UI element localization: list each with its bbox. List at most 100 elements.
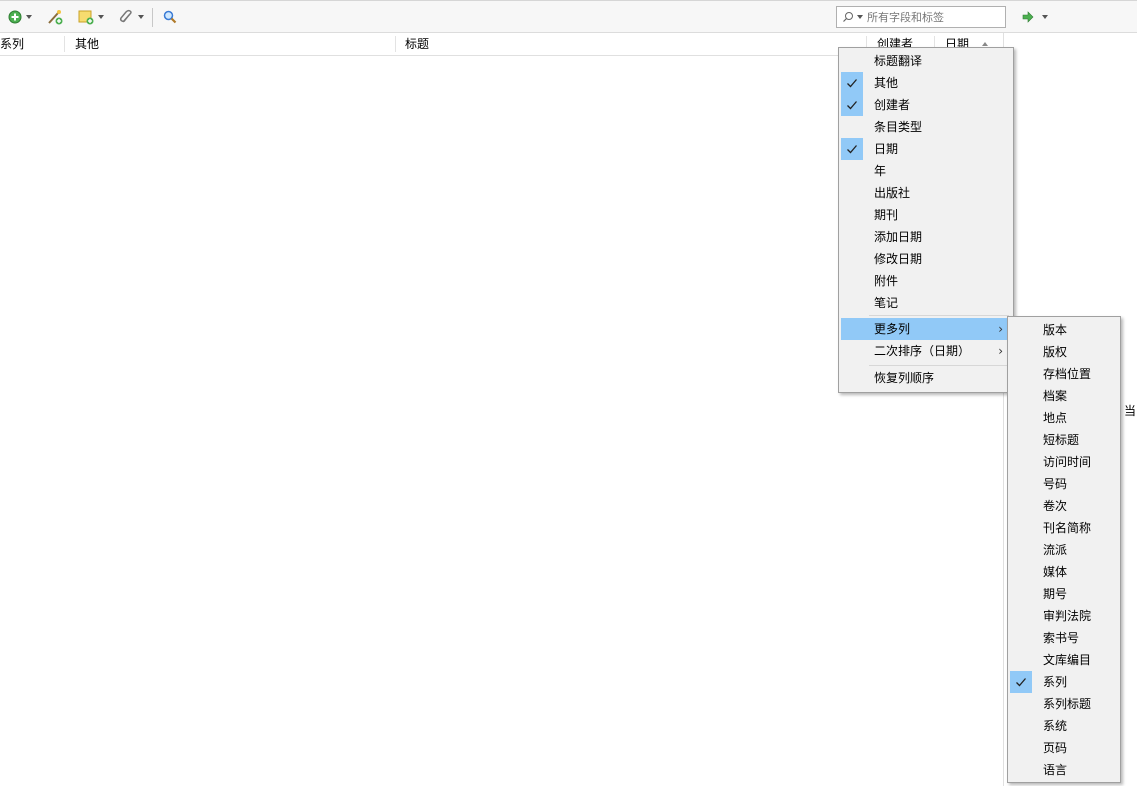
more-columns-submenu: 版本版权存档位置档案地点短标题访问时间号码卷次刊名简称流派媒体期号审判法院 索书号… (1007, 316, 1121, 783)
column-toggle-item[interactable]: 系列标题 (1010, 693, 1118, 715)
toolbar-divider (152, 8, 153, 27)
column-toggle-item[interactable]: 媒体 (1010, 561, 1118, 583)
menu-item-label: 版权 (1043, 345, 1068, 359)
menu-item-label: 系统 (1043, 719, 1068, 733)
menu-item-label: 访问时间 (1043, 455, 1092, 469)
menu-item-label: 修改日期 (874, 252, 923, 266)
column-toggle-item[interactable]: 索书号 (1010, 627, 1118, 649)
menu-item-label: 语言 (1043, 763, 1068, 777)
right-pane-text: 当 (1124, 404, 1137, 418)
menu-item-label: 流派 (1043, 543, 1068, 557)
add-attachment-button[interactable] (118, 7, 144, 27)
menu-item-label: 其他 (874, 76, 899, 90)
menu-item-label: 条目类型 (874, 120, 923, 134)
column-toggle-item[interactable]: 页码 (1010, 737, 1118, 759)
menu-item-label: 恢复列顺序 (874, 371, 935, 385)
column-toggle-item[interactable]: 版本 (1010, 319, 1118, 341)
add-by-identifier-button[interactable] (46, 7, 64, 27)
column-toggle-item[interactable]: 语言 (1010, 759, 1118, 781)
menu-item-label: 附件 (874, 274, 899, 288)
column-toggle-item[interactable]: 系列 (1010, 671, 1118, 693)
column-toggle-item[interactable]: 出版社 (841, 182, 1011, 204)
column-toggle-item[interactable]: 标题翻译 (841, 50, 1011, 72)
menu-item-label: 创建者 (874, 98, 911, 112)
menu-item-label: 短标题 (1043, 433, 1080, 447)
column-toggle-item[interactable]: 流派 (1010, 539, 1118, 561)
menu-item-label: 版本 (1043, 323, 1068, 337)
column-toggle-item[interactable]: 创建者 (841, 94, 1011, 116)
menu-item-label: 二次排序（日期） (874, 344, 971, 358)
menu-item-label: 文库编目 (1043, 653, 1092, 667)
new-item-button[interactable] (8, 7, 32, 27)
column-header-title[interactable]: 标题 (405, 33, 805, 55)
menu-item-label: 日期 (874, 142, 899, 156)
new-note-button[interactable] (78, 7, 104, 27)
more-columns-item[interactable]: 更多列 › (841, 318, 1011, 340)
menu-item-label: 标题翻译 (874, 54, 923, 68)
menu-separator (869, 315, 1009, 316)
chevron-right-icon: › (998, 344, 1003, 358)
checked-indicator (841, 72, 863, 94)
note-add-icon (78, 10, 94, 25)
column-toggle-item[interactable]: 系统 (1010, 715, 1118, 737)
add-circle-icon (8, 10, 22, 24)
checked-indicator (1010, 671, 1032, 693)
column-toggle-item[interactable]: 存档位置 (1010, 363, 1118, 385)
menu-item-label: 笔记 (874, 296, 899, 310)
column-toggle-item[interactable]: 卷次 (1010, 495, 1118, 517)
menu-item-label: 系列 (1043, 675, 1068, 689)
column-toggle-item[interactable]: 其他 (841, 72, 1011, 94)
menu-item-label: 年 (874, 164, 887, 178)
column-picker-menu: 标题翻译 其他 创建者 条目类型 日期年出版社 期刊 添加日期 修改日期 附件 笔记 更多列 › 二次排… (838, 47, 1014, 393)
column-toggle-item[interactable]: 修改日期 (841, 248, 1011, 270)
column-toggle-item[interactable]: 档案 (1010, 385, 1118, 407)
column-header-other[interactable]: 其他 (75, 33, 375, 55)
restore-column-order-item[interactable]: 恢复列顺序 (841, 367, 1011, 389)
column-toggle-item[interactable]: 日期 (841, 138, 1011, 160)
chevron-down-icon (26, 15, 32, 19)
checkmark-icon (847, 145, 857, 154)
checkmark-icon (847, 79, 857, 88)
column-divider[interactable] (395, 36, 396, 52)
column-divider[interactable] (64, 36, 65, 52)
column-header-series[interactable]: 系列 (0, 33, 62, 55)
column-toggle-item[interactable]: 期刊 (841, 204, 1011, 226)
checkmark-icon (1016, 678, 1026, 687)
checked-indicator (841, 138, 863, 160)
column-toggle-item[interactable]: 笔记 (841, 292, 1011, 314)
sync-button[interactable] (1022, 7, 1048, 27)
menu-item-label: 更多列 (874, 322, 911, 336)
secondary-sort-item[interactable]: 二次排序（日期） › (841, 340, 1011, 362)
column-toggle-item[interactable]: 文库编目 (1010, 649, 1118, 671)
chevron-down-icon (138, 15, 144, 19)
menu-item-label: 页码 (1043, 741, 1068, 755)
green-arrow-right-icon (1022, 11, 1034, 23)
advanced-search-button[interactable] (163, 7, 177, 27)
column-toggle-item[interactable]: 访问时间 (1010, 451, 1118, 473)
chevron-down-icon (98, 15, 104, 19)
column-toggle-item[interactable]: 刊名简称 (1010, 517, 1118, 539)
magic-wand-icon (48, 10, 63, 25)
menu-item-label: 地点 (1043, 411, 1068, 425)
column-toggle-item[interactable]: 添加日期 (841, 226, 1011, 248)
column-toggle-item[interactable]: 号码 (1010, 473, 1118, 495)
column-toggle-item[interactable]: 条目类型 (841, 116, 1011, 138)
menu-item-label: 期号 (1043, 587, 1068, 601)
magnifier-icon (163, 10, 177, 24)
column-toggle-item[interactable]: 短标题 (1010, 429, 1118, 451)
column-toggle-item[interactable]: 版权 (1010, 341, 1118, 363)
menu-item-label: 添加日期 (874, 230, 923, 244)
menu-item-label: 存档位置 (1043, 367, 1092, 381)
column-toggle-item[interactable]: 期号 (1010, 583, 1118, 605)
column-toggle-item[interactable]: 年 (841, 160, 1011, 182)
search-mode-dropdown-icon[interactable] (857, 15, 863, 19)
chevron-right-icon: › (998, 322, 1003, 336)
paperclip-icon (119, 9, 132, 23)
column-toggle-item[interactable]: 附件 (841, 270, 1011, 292)
column-toggle-item[interactable]: 地点 (1010, 407, 1118, 429)
search-input[interactable]: 所有字段和标签 (836, 6, 1006, 28)
search-icon (843, 12, 853, 22)
menu-item-label: 档案 (1043, 389, 1068, 403)
column-toggle-item[interactable]: 审判法院 (1010, 605, 1118, 627)
menu-item-label: 卷次 (1043, 499, 1068, 513)
